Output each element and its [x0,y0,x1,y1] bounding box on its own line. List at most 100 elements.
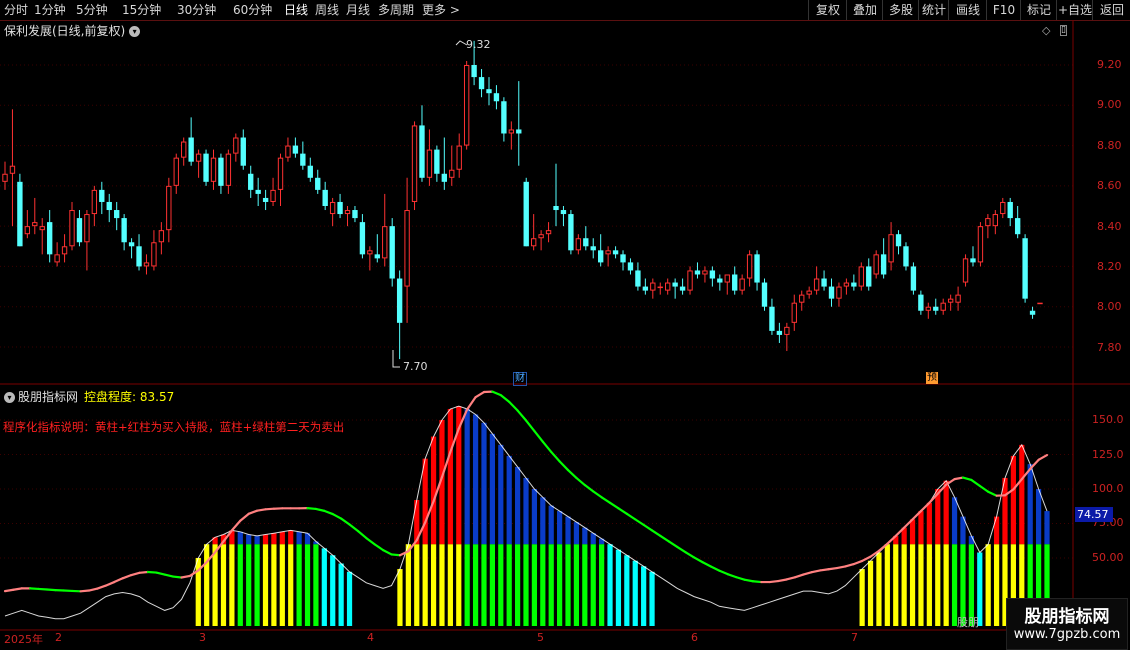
candle-body [218,157,224,186]
smoothed-line-segment [684,551,696,559]
smoothed-line-segment [785,576,797,581]
smoothed-line-segment [709,565,721,572]
indicator-bar [893,544,899,626]
indicator-bar [447,408,453,545]
smoothed-line-segment [1037,453,1049,461]
low-price-label: 7.70 [403,360,428,373]
smoothed-line-segment [180,574,191,579]
candle-body [538,234,544,239]
kline-chart-canvas[interactable] [0,0,1130,650]
indicator-bar [229,544,235,626]
smoothed-line-segment [776,578,788,583]
indicator-description: 程序化指标说明：黄柱+红柱为买入持股，蓝柱+绿柱第二天为卖出 [3,420,345,434]
indicator-bar [632,560,638,626]
indicator-value-readout: 控盘程度: 83.57 [84,390,175,404]
candle-body [471,65,477,78]
candle-body [910,266,917,291]
smoothed-line-segment [113,577,124,584]
candle-body [575,238,582,251]
indicator-bar [1019,444,1025,545]
candle-body [791,302,797,323]
indicator-bar [531,489,538,545]
indicator-bar [220,544,227,626]
smoothed-line-segment [466,396,477,411]
candle-body [754,254,760,283]
indicator-bar [271,544,277,626]
diamond-icon[interactable]: ◇ [1042,24,1050,37]
chevron-down-icon[interactable]: ▾ [4,392,15,403]
smoothed-line-segment [171,575,183,579]
candle-body [761,282,768,307]
indicator-bar [481,422,487,545]
indicator-bar [876,552,882,626]
high-price-label: 9.32 [466,38,491,51]
indicator-bar [582,527,588,545]
candle-body [292,145,299,154]
smoothed-line-segment [314,507,326,512]
smoothed-line-segment [146,570,158,574]
candle-body [583,238,589,247]
indicator-bottom-label: 股朋 [957,616,979,629]
indicator-bar [514,544,521,626]
candlestick-series [2,40,1043,360]
indicator-bar [599,544,605,626]
candle-body [210,157,217,182]
candle-body [568,214,574,251]
smoothed-line-segment [382,549,393,556]
candle-body [374,254,380,259]
indicator-bar [489,433,495,545]
candle-body [54,254,60,263]
smoothed-line-segment [87,587,99,592]
indicator-bar [548,505,554,545]
candle-body [270,189,276,202]
smoothed-line-segment [264,507,276,511]
smoothed-line-segment [642,523,654,532]
candle-body [329,201,336,215]
candle-body [545,230,552,235]
indicator-bar [935,544,941,626]
candle-body [813,278,820,291]
indicator-bar [506,455,512,545]
smoothed-line-segment [138,570,149,574]
smoothed-line-segment [230,519,242,532]
panel-toggle-icon[interactable]: ▯ [1060,25,1067,36]
forecast-marker[interactable]: 预 [926,372,938,384]
candle-body [84,214,90,243]
candle-body [925,306,931,311]
indicator-bar [246,534,252,545]
candle-body [389,226,395,279]
smoothed-line-segment [247,509,259,515]
chart-grid [0,64,1073,559]
financial-report-marker[interactable]: 财 [513,372,527,386]
candle-body [404,210,410,287]
candle-body [970,258,976,263]
indicator-bar [472,414,479,545]
candle-body [24,226,31,235]
smoothed-line-segment [129,571,141,577]
indicator-bar [884,544,890,626]
price-tick: 7.80 [1097,341,1122,354]
candle-body [449,169,455,178]
candle-body [285,145,291,158]
smoothed-line-segment [104,580,116,587]
candle-body [322,189,328,206]
candle-body [181,141,187,158]
smoothed-line-segment [239,512,250,522]
smoothed-line-segment [390,553,402,557]
date-tick: 2025年 [4,633,43,646]
indicator-tick: 150.0 [1092,413,1124,426]
smoothed-line-segment [365,536,376,546]
indicator-bar [279,531,285,545]
candle-body [858,266,864,287]
chevron-down-icon[interactable]: ▾ [129,26,141,37]
candle-body [843,282,850,287]
smoothed-line-segment [331,512,343,520]
smoothed-line-segment [550,450,561,463]
smoothed-line-segment [835,565,847,570]
candle-body [143,262,150,267]
date-tick: 6 [691,631,698,644]
indicator-tick: 50.00 [1092,551,1124,564]
candle-body [977,226,984,263]
indicator-bar [531,544,538,626]
indicator-bar [540,544,546,626]
